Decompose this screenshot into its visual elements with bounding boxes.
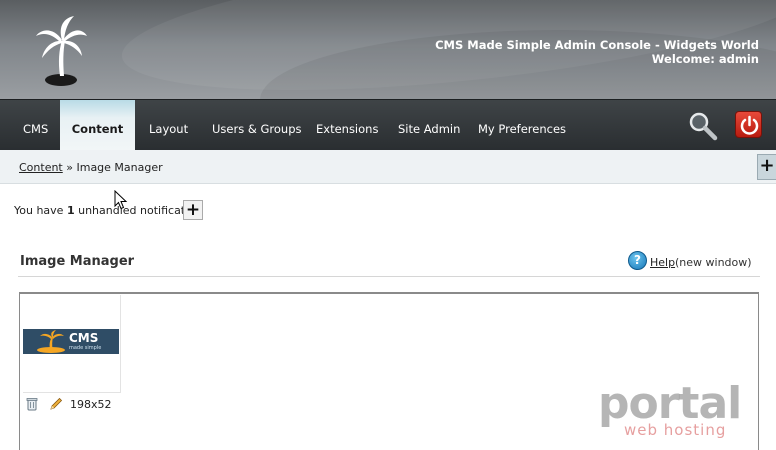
notification-count: 1 bbox=[66, 204, 75, 217]
nav-item-extensions[interactable]: Extensions bbox=[316, 100, 378, 151]
thumbnail-brand-text: CMS bbox=[69, 331, 99, 345]
mouse-cursor-icon bbox=[114, 190, 128, 210]
nav-item-users-groups[interactable]: Users & Groups bbox=[212, 100, 301, 151]
watermark-word: portal bbox=[598, 378, 742, 429]
nav-item-content[interactable]: Content bbox=[60, 100, 135, 151]
notification-expand-button[interactable]: + bbox=[183, 200, 203, 220]
help-new-window-note: (new window) bbox=[675, 256, 752, 269]
console-title: CMS Made Simple Admin Console - Widgets … bbox=[435, 38, 759, 52]
breadcrumb-link-content[interactable]: Content bbox=[19, 161, 63, 174]
help-link[interactable]: Help bbox=[650, 256, 675, 269]
notification-text: You have 1 unhandled notification bbox=[14, 204, 202, 217]
breadcrumb-bar: Content » Image Manager bbox=[0, 150, 776, 184]
welcome-user: Welcome: admin bbox=[651, 52, 759, 66]
image-dimensions: 198x52 bbox=[70, 398, 112, 411]
notification-prefix: You have bbox=[14, 204, 64, 217]
magnifier-icon[interactable] bbox=[686, 110, 718, 142]
help-icon[interactable]: ? bbox=[628, 251, 647, 270]
breadcrumb-current: Image Manager bbox=[76, 161, 163, 174]
site-header: CMS Made Simple Admin Console - Widgets … bbox=[0, 0, 776, 99]
breadcrumb: Content » Image Manager bbox=[19, 161, 163, 174]
page-title: Image Manager bbox=[20, 254, 135, 269]
nav-item-cms[interactable]: CMS bbox=[23, 100, 48, 151]
pencil-icon[interactable] bbox=[49, 397, 63, 411]
palm-tree-logo[interactable] bbox=[34, 14, 88, 90]
nav-item-site-admin[interactable]: Site Admin bbox=[398, 100, 460, 151]
portal-watermark-logo: portal web hosting bbox=[598, 382, 748, 442]
power-icon bbox=[740, 115, 759, 135]
nav-item-my-preferences[interactable]: My Preferences bbox=[478, 100, 566, 151]
logout-button[interactable] bbox=[735, 111, 762, 138]
watermark-subword: web hosting bbox=[624, 421, 727, 439]
thumbnail-tagline: made simple bbox=[69, 345, 102, 351]
trash-icon[interactable] bbox=[26, 397, 38, 411]
palm-logo-icon bbox=[37, 330, 65, 353]
side-expand-button[interactable]: + bbox=[757, 154, 776, 180]
main-nav: CMS Content Layout Users & Groups Extens… bbox=[0, 99, 776, 151]
site-title: CMS Made Simple Admin Console - Widgets … bbox=[435, 38, 759, 66]
breadcrumb-separator: » bbox=[66, 161, 73, 174]
divider bbox=[18, 276, 760, 277]
image-thumbnail[interactable]: CMS made simple bbox=[23, 329, 119, 354]
nav-item-layout[interactable]: Layout bbox=[149, 100, 188, 151]
